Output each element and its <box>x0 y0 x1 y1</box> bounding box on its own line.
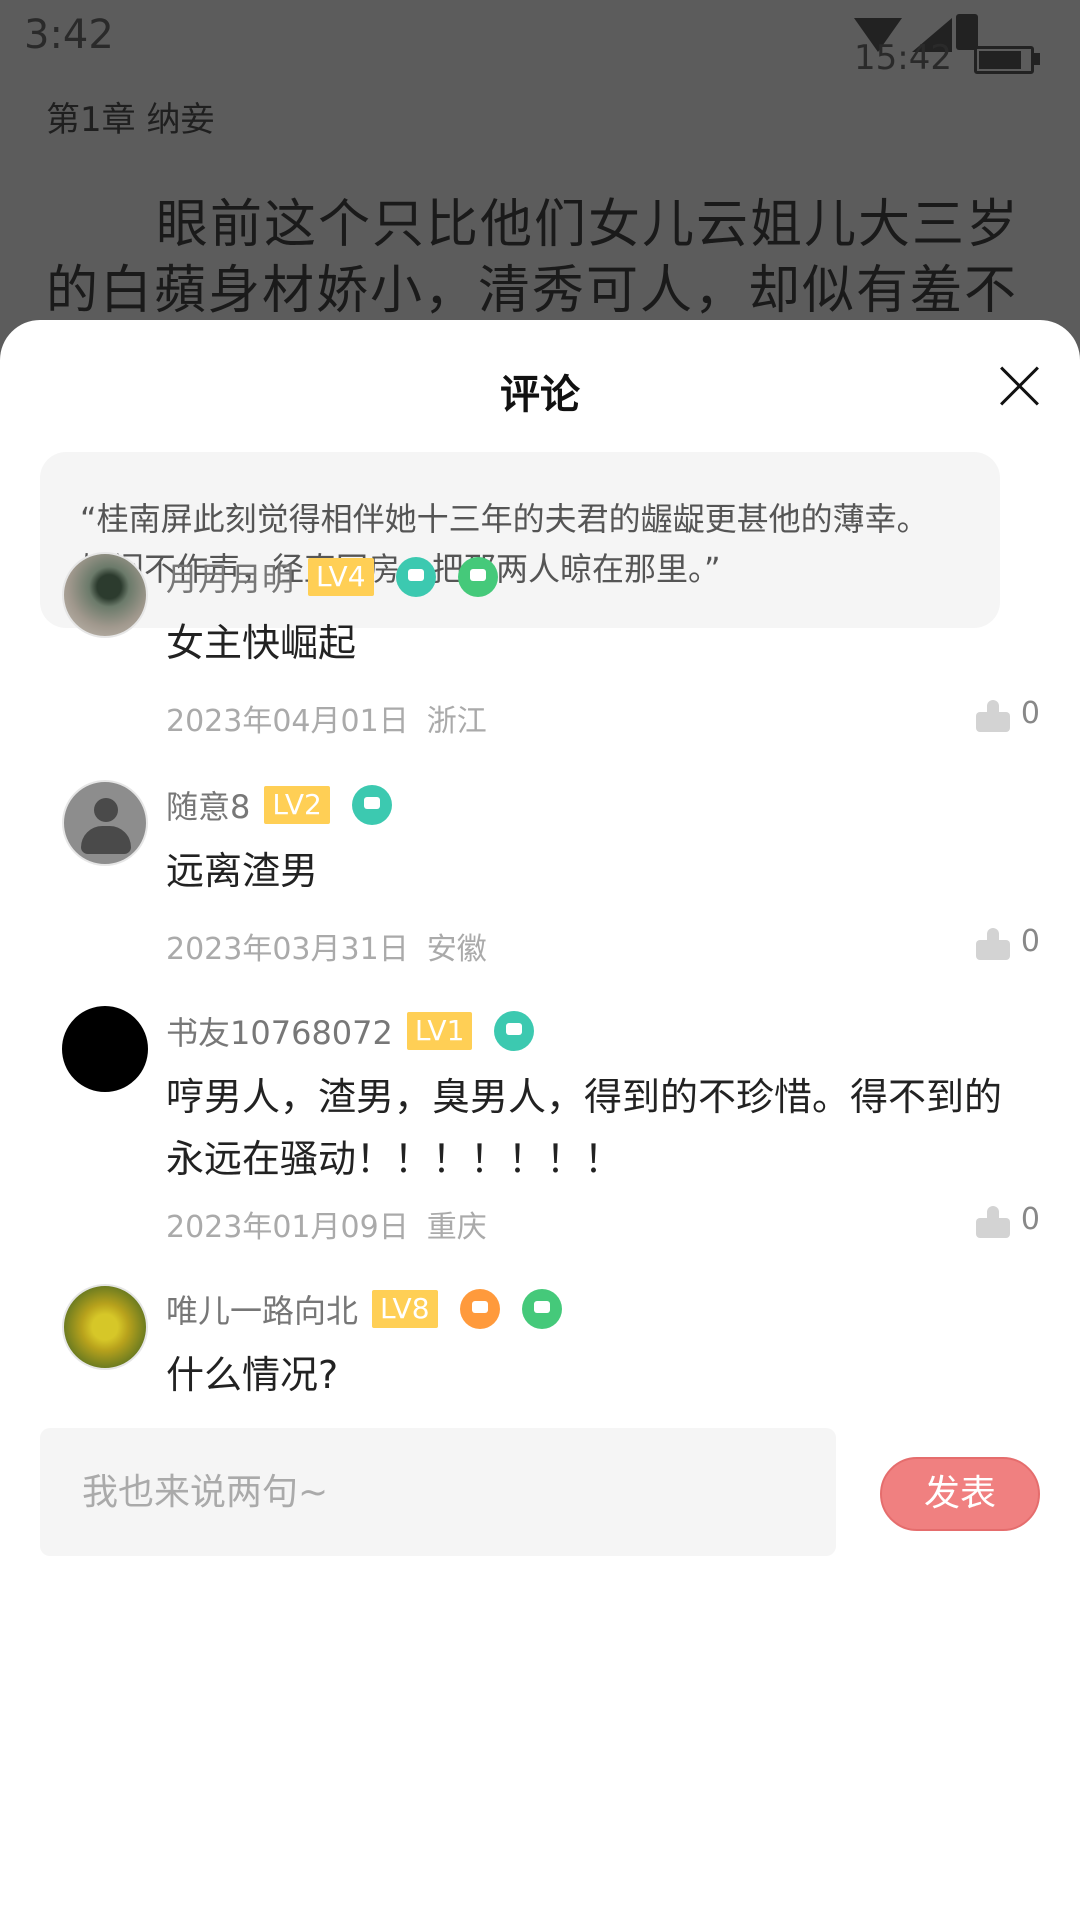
comment-input[interactable] <box>80 1470 784 1514</box>
comment-meta: 2023年03月31日 安徽 <box>166 924 487 968</box>
like-icon[interactable] <box>976 1206 1010 1238</box>
comment-text: 什么情况? <box>166 1353 339 1397</box>
comment-text: 女主快崛起 <box>166 621 357 665</box>
nickname[interactable]: 随意8 <box>166 782 250 828</box>
nickname[interactable]: 月月月明 <box>166 554 294 600</box>
close-icon[interactable] <box>1000 366 1040 406</box>
comment-medal-icon <box>459 1289 500 1329</box>
like-count: 0 <box>1020 924 1040 959</box>
comments-sheet: 评论 “桂南屏此刻觉得相伴她十三年的夫君的龌龊更甚他的薄幸。她闷不作声，径直回房… <box>0 320 1080 1920</box>
comment-date: 2023年04月01日 <box>166 704 409 739</box>
quoted-passage: “桂南屏此刻觉得相伴她十三年的夫君的龌龊更甚他的薄幸。她闷不作声，径直回房，把那… <box>40 452 1000 628</box>
verified-medal-icon <box>457 557 498 597</box>
avatar-person-icon <box>94 798 118 822</box>
comment-medal-icon <box>395 557 436 597</box>
post-button[interactable]: 发表 <box>880 1457 1040 1531</box>
verified-medal-icon <box>521 1289 562 1329</box>
like-count: 0 <box>1020 1202 1040 1237</box>
avatar[interactable] <box>62 1006 148 1092</box>
comment-region: 重庆 <box>426 1210 487 1245</box>
comment-author: 唯儿一路向北 LV8 <box>166 1286 562 1332</box>
comment-author: 书友10768072 LV1 <box>166 1008 535 1054</box>
charging-icon <box>956 14 978 50</box>
nickname[interactable]: 书友10768072 <box>166 1008 393 1054</box>
comment-medal-icon <box>494 1011 535 1051</box>
avatar[interactable] <box>62 552 148 638</box>
comment-author: 月月月明 LV4 <box>166 554 498 600</box>
level-badge: LV1 <box>406 1012 473 1050</box>
status-time: 3:42 <box>24 12 114 58</box>
reader-clock: 15:42 <box>854 38 952 78</box>
comment-meta: 2023年01月09日 重庆 <box>166 1202 487 1246</box>
level-badge: LV2 <box>264 786 330 824</box>
like-icon[interactable] <box>976 700 1010 732</box>
avatar[interactable] <box>62 1284 148 1370</box>
avatar[interactable] <box>62 780 148 866</box>
sheet-title: 评论 <box>500 372 580 418</box>
chapter-title: 第1章 纳妾 <box>46 100 215 140</box>
like-icon[interactable] <box>976 928 1010 960</box>
comment-region: 浙江 <box>426 704 487 739</box>
comment-date: 2023年03月31日 <box>166 932 409 967</box>
comment-meta: 2023年04月01日 浙江 <box>166 696 487 740</box>
level-badge: LV8 <box>372 1290 438 1328</box>
comment-date: 2023年01月09日 <box>166 1210 409 1245</box>
chapter-body-text: 眼前这个只比他们女儿云姐儿大三岁的白蘋身材娇小，清秀可人，却似有羞不 <box>46 195 1021 321</box>
comment-composer[interactable] <box>40 1428 836 1556</box>
comment-text: 远离渣男 <box>166 849 319 893</box>
like-count: 0 <box>1020 696 1040 731</box>
comment-region: 安徽 <box>426 932 487 967</box>
comment-author: 随意8 LV2 <box>166 782 392 828</box>
avatar-person-icon-body <box>81 826 131 854</box>
battery-icon <box>974 46 1034 74</box>
nickname[interactable]: 唯儿一路向北 <box>166 1286 358 1332</box>
comment-medal-icon <box>351 785 392 825</box>
comment-text: 哼男人，渣男，臭男人，得到的不珍惜。得不到的永远在骚动！！！！！！！ <box>166 1075 1003 1181</box>
level-badge: LV4 <box>308 558 374 596</box>
battery-tip <box>1034 53 1040 65</box>
